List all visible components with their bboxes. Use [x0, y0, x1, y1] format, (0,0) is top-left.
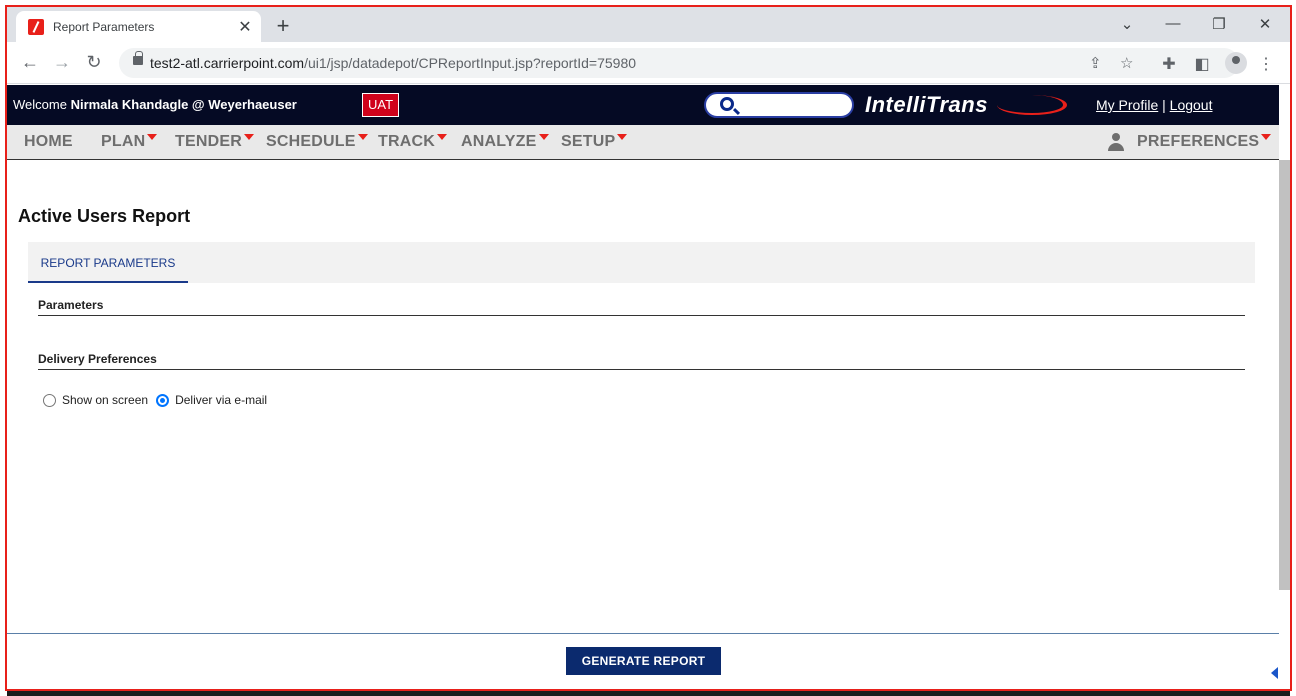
forward-icon[interactable]: →	[51, 52, 73, 72]
dropdown-caret-icon	[357, 134, 368, 140]
global-search-input[interactable]	[704, 92, 854, 118]
profile-avatar-icon[interactable]	[1225, 52, 1247, 74]
main-menu: HOME PLAN TENDER SCHEDULE TRACK ANALYZE …	[7, 125, 1279, 160]
dropdown-caret-icon	[617, 134, 628, 140]
minimize-icon[interactable]: —	[1150, 15, 1196, 32]
collapse-arrow-icon[interactable]	[1271, 667, 1278, 679]
page-title: Active Users Report	[18, 206, 191, 226]
bookmark-star-icon[interactable]: ☆	[1120, 54, 1133, 72]
browser-tabstrip: Report Parameters ✕ + ⌄ — ❐ ✕	[7, 7, 1290, 42]
report-tabs: REPORT PARAMETERS	[28, 242, 1255, 283]
chrome-menu-icon[interactable]: ⋮	[1256, 54, 1276, 74]
url-text[interactable]: test2-atl.carrierpoint.com/ui1/jsp/datad…	[150, 55, 636, 71]
dropdown-caret-icon	[243, 134, 254, 140]
menu-setup[interactable]: SETUP	[561, 133, 628, 151]
browser-tab[interactable]: Report Parameters ✕	[16, 11, 261, 42]
dropdown-caret-icon	[1261, 134, 1272, 140]
restore-icon[interactable]: ❐	[1196, 15, 1242, 33]
menu-plan[interactable]: PLAN	[101, 133, 158, 151]
page-scrollbar[interactable]	[1279, 160, 1290, 590]
user-icon	[1108, 133, 1124, 151]
menu-preferences[interactable]: PREFERENCES	[1137, 133, 1272, 151]
tab-title: Report Parameters	[53, 19, 155, 34]
deliver-via-email-label[interactable]: Deliver via e-mail	[175, 393, 267, 407]
environment-badge: UAT	[362, 93, 400, 117]
extensions-puzzle-icon[interactable]: ✚	[1159, 54, 1179, 74]
menu-track[interactable]: TRACK	[378, 133, 447, 151]
generate-report-button[interactable]: GENERATE REPORT	[566, 647, 721, 675]
parameters-heading: Parameters	[38, 298, 104, 312]
lock-icon[interactable]	[133, 51, 143, 65]
search-icon[interactable]	[720, 97, 734, 111]
browser-toolbar: ← → ↻ test2-atl.carrierpoint.com/ui1/jsp…	[7, 42, 1290, 84]
intellitrans-logo: IntelliTrans	[865, 92, 988, 117]
menu-tender[interactable]: TENDER	[175, 133, 254, 151]
section-divider	[38, 315, 1245, 316]
site-favicon-icon	[28, 18, 44, 35]
show-on-screen-radio[interactable]	[43, 393, 56, 407]
close-window-icon[interactable]: ✕	[1242, 15, 1288, 33]
logout-link[interactable]: Logout	[1170, 97, 1213, 113]
reload-icon[interactable]: ↻	[83, 52, 105, 72]
delivery-preferences-heading: Delivery Preferences	[38, 352, 157, 366]
app-header: Welcome Nirmala Khandagle @ Weyerhaeuser…	[7, 85, 1279, 125]
deliver-via-email-radio[interactable]	[156, 393, 170, 407]
side-panel-icon[interactable]: ◧	[1192, 54, 1212, 74]
dropdown-caret-icon	[147, 134, 158, 140]
tab-close-icon[interactable]: ✕	[233, 17, 257, 37]
my-profile-link[interactable]: My Profile	[1096, 97, 1158, 113]
address-bar[interactable]: test2-atl.carrierpoint.com/ui1/jsp/datad…	[119, 48, 1239, 78]
menu-home[interactable]: HOME	[24, 133, 73, 151]
back-icon[interactable]: ←	[19, 52, 41, 72]
show-on-screen-label[interactable]: Show on screen	[62, 393, 148, 407]
dropdown-caret-icon	[437, 134, 447, 140]
share-icon[interactable]: ⇪	[1089, 54, 1102, 72]
tab-search-icon[interactable]: ⌄	[1104, 15, 1150, 33]
dropdown-caret-icon	[538, 134, 549, 140]
new-tab-button[interactable]: +	[269, 15, 297, 37]
link-separator: |	[1162, 97, 1166, 113]
user-name: Nirmala Khandagle @ Weyerhaeuser	[70, 97, 297, 112]
menu-schedule[interactable]: SCHEDULE	[266, 133, 368, 151]
account-links: My Profile | Logout	[1096, 97, 1212, 113]
os-taskbar	[7, 690, 1290, 696]
menu-analyze[interactable]: ANALYZE	[461, 133, 549, 151]
delivery-options: Show on screen Deliver via e-mail	[43, 393, 275, 407]
footer-divider	[7, 633, 1279, 634]
tab-report-parameters[interactable]: REPORT PARAMETERS	[28, 242, 188, 283]
welcome-text: Welcome Nirmala Khandagle @ Weyerhaeuser	[13, 97, 297, 112]
logo-swoosh-icon	[997, 95, 1067, 115]
section-divider	[38, 369, 1245, 370]
